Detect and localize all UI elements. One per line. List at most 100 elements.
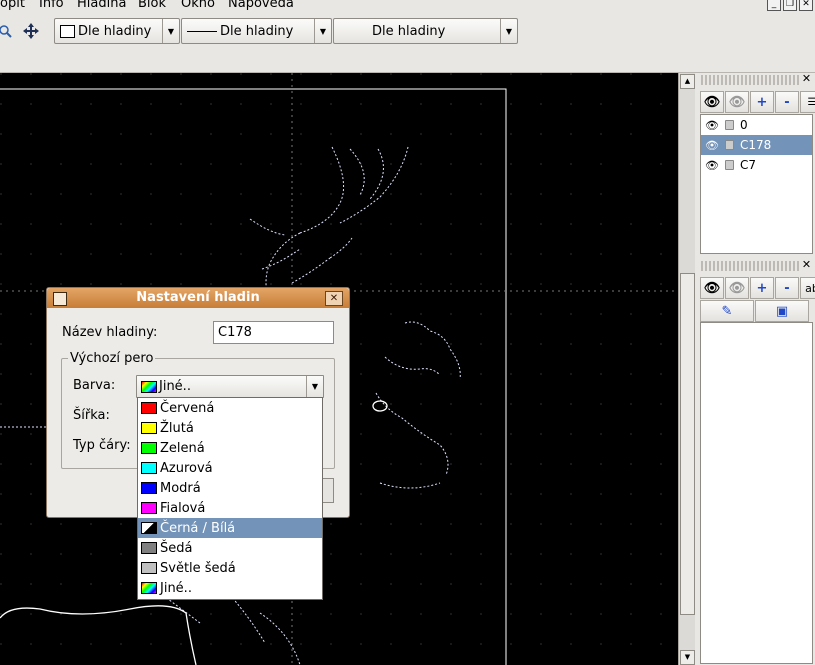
color-swatch-icon [141, 482, 157, 494]
pen-color-combo[interactable]: Jiné.. ▼ [136, 375, 324, 398]
eye-icon[interactable]: 👁 [705, 159, 719, 172]
color-option-label: Černá / Bílá [160, 520, 236, 536]
eye-icon[interactable]: 👁 [705, 119, 719, 132]
eye-icon[interactable]: 👁 [705, 139, 719, 152]
color-option-label: Šedá [160, 540, 193, 556]
width-combo-label: Dle hladiny [220, 23, 294, 39]
close-icon[interactable]: ✕ [799, 0, 813, 11]
color-swatch-icon [141, 422, 157, 434]
default-pen-legend: Výchozí pero [70, 351, 154, 366]
restore-icon[interactable]: ❐ [783, 0, 797, 11]
block-toolbar-2: ✎ ▣ [700, 300, 809, 322]
dialog-titlebar[interactable]: Nastavení hladin ✕ [47, 288, 349, 308]
minimize-icon[interactable]: _ [767, 0, 781, 11]
zoom-icon[interactable] [0, 24, 14, 40]
color-option[interactable]: Šedá [138, 538, 322, 558]
layer-row[interactable]: 👁 C178 [701, 135, 812, 155]
color-option[interactable]: Žlutá [138, 418, 322, 438]
color-option[interactable]: Světle šedá [138, 558, 322, 578]
chevron-down-icon[interactable]: ▼ [162, 19, 179, 43]
rename-block-button[interactable]: ab [800, 277, 815, 299]
lock-icon[interactable] [724, 140, 734, 150]
color-option-label: Červená [160, 400, 215, 416]
scroll-thumb[interactable] [680, 273, 695, 615]
chevron-down-icon[interactable]: ▼ [314, 19, 331, 43]
menu-item-blok[interactable]: Blok [138, 0, 166, 11]
menu-item-napoveda[interactable]: Napoveda [228, 0, 294, 11]
pan-icon[interactable] [22, 22, 40, 40]
rainbow-swatch-icon [141, 380, 157, 393]
linetype-combo[interactable]: Dle hladiny ▼ [333, 18, 518, 44]
remove-layer-button[interactable]: - [775, 91, 799, 113]
dialog-button-edge[interactable] [323, 478, 334, 503]
layer-name: C178 [739, 138, 772, 152]
show-all-layers-icon[interactable]: 👁 [700, 91, 724, 113]
close-icon[interactable]: ✕ [325, 291, 343, 306]
hide-all-blocks-icon[interactable]: 👁 [725, 277, 749, 299]
canvas-scrollbar[interactable]: ▲ ▼ [678, 73, 695, 665]
menu-item-okno[interactable]: Okno [181, 0, 215, 11]
lock-icon[interactable] [724, 120, 734, 130]
color-swatch-icon [141, 402, 157, 414]
scroll-up-icon[interactable]: ▲ [680, 74, 695, 89]
chevron-down-icon[interactable]: ▼ [306, 376, 323, 397]
insert-block-icon[interactable]: ▣ [755, 300, 809, 322]
color-option[interactable]: Fialová [138, 498, 322, 518]
remove-block-button[interactable]: - [775, 277, 799, 299]
color-option-label: Modrá [160, 480, 201, 496]
color-option-label: Fialová [160, 500, 206, 516]
color-option-label: Jiné.. [160, 580, 192, 596]
color-swatch-icon [60, 24, 75, 38]
add-block-button[interactable]: + [750, 277, 774, 299]
close-icon[interactable]: ✕ [801, 73, 812, 84]
color-dropdown-list: Červená Žlutá Zelená Azurová Modrá Fialo… [137, 397, 323, 600]
color-combo[interactable]: Dle hladiny ▼ [54, 18, 180, 44]
linetype-combo-label: Dle hladiny [372, 23, 446, 39]
color-option[interactable]: Jiné.. [138, 578, 322, 598]
hide-all-layers-icon[interactable]: 👁 [725, 91, 749, 113]
layer-row[interactable]: 👁 C7 [701, 155, 812, 175]
color-option[interactable]: Červená [138, 398, 322, 418]
add-layer-button[interactable]: + [750, 91, 774, 113]
panel-grip[interactable] [701, 261, 801, 271]
block-panel: ✕ 👁 👁 + - ab ✎ ▣ [697, 259, 815, 665]
block-toolbar: 👁 👁 + - ab [700, 277, 815, 299]
toolbar: Dle hladiny ▼ Dle hladiny ▼ Dle hladiny … [0, 12, 815, 73]
lock-icon[interactable] [724, 160, 734, 170]
layer-name: 0 [739, 118, 748, 132]
color-option-label: Žlutá [160, 420, 194, 436]
layer-panel: ✕ 👁 👁 + - ☰ 👁 0 👁 C178 👁 C7 [697, 73, 815, 259]
layer-toolbar: 👁 👁 + - ☰ [700, 91, 815, 113]
color-option[interactable]: Azurová [138, 458, 322, 478]
color-swatch-icon [141, 562, 157, 574]
color-option[interactable]: Zelená [138, 438, 322, 458]
edit-block-icon[interactable]: ✎ [700, 300, 754, 322]
window-controls: _ ❐ ✕ [767, 0, 813, 11]
scroll-down-icon[interactable]: ▼ [680, 650, 695, 665]
menu-item-info[interactable]: Info [39, 0, 64, 11]
layer-name-label: Název hladiny: [62, 325, 158, 340]
layer-list: 👁 0 👁 C178 👁 C7 [700, 114, 813, 254]
width-label: Šířka: [73, 408, 110, 423]
color-swatch-icon [141, 462, 157, 474]
layer-row[interactable]: 👁 0 [701, 115, 812, 135]
layer-name-input[interactable]: C178 [213, 321, 334, 344]
color-label: Barva: [73, 378, 116, 393]
color-option[interactable]: Modrá [138, 478, 322, 498]
menu-item-opit[interactable]: opit [0, 0, 25, 11]
dialog-title: Nastavení hladin [136, 290, 260, 305]
color-option[interactable]: Černá / Bílá [138, 518, 322, 538]
close-icon[interactable]: ✕ [801, 259, 812, 270]
chevron-down-icon[interactable]: ▼ [500, 19, 517, 43]
color-option-label: Azurová [160, 460, 213, 476]
menu-item-hladina[interactable]: Hladina [77, 0, 126, 11]
panel-grip[interactable] [701, 75, 801, 85]
block-list [700, 322, 813, 664]
width-combo[interactable]: Dle hladiny ▼ [181, 18, 332, 44]
layer-name: C7 [739, 158, 756, 172]
line-width-icon [187, 30, 217, 32]
layer-list-icon[interactable]: ☰ [800, 91, 815, 113]
linetype-label: Typ čáry: [73, 438, 131, 453]
color-swatch-icon [141, 542, 157, 554]
show-all-blocks-icon[interactable]: 👁 [700, 277, 724, 299]
